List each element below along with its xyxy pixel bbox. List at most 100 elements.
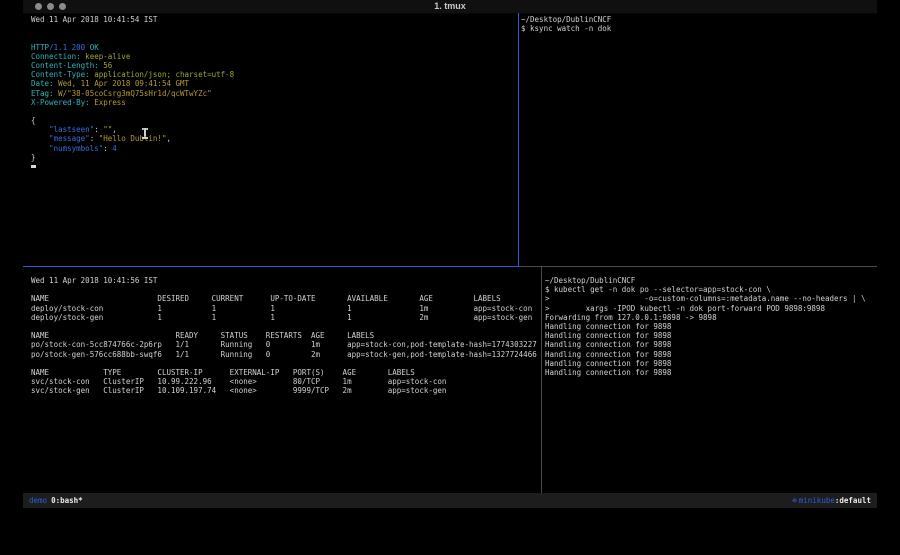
mouse-ibeam-cursor <box>142 128 148 139</box>
text-segment: } <box>31 153 36 162</box>
pane-http-response[interactable]: Wed 11 Apr 2018 10:41:54 IST HTTP/1.1 20… <box>31 15 511 255</box>
text-segment: NAME TYPE CLUSTER-IP EXTERNAL-IP PORT(S)… <box>31 368 415 377</box>
text-segment: , <box>112 125 117 134</box>
terminal-line <box>31 359 536 368</box>
terminal-line: Wed 11 Apr 2018 10:41:54 IST <box>31 15 511 24</box>
terminal-line: Date: Wed, 11 Apr 2018 09:41:54 GMT <box>31 79 511 88</box>
text-segment: Handling connection for 9898 <box>545 331 671 340</box>
terminal-line: HTTP/1.1 200 OK <box>31 43 511 52</box>
terminal-line: NAME READY STATUS RESTARTS AGE LABELS <box>31 331 536 340</box>
text-segment: "" <box>103 125 112 134</box>
text-segment: Content-Length: <box>31 61 99 70</box>
pane-port-forward[interactable]: ~/Desktop/DublinCNCF$ kubectl get -n dok… <box>545 276 873 486</box>
terminal-line: NAME TYPE CLUSTER-IP EXTERNAL-IP PORT(S)… <box>31 368 536 377</box>
terminal-line: ~/Desktop/DublinCNCF <box>521 15 871 24</box>
pane-divider-horizontal-right[interactable] <box>519 266 877 267</box>
window-titlebar: 1. tmux <box>23 0 877 14</box>
terminal-line: svc/stock-con ClusterIP 10.99.222.96 <no… <box>31 377 536 386</box>
kube-namespace: :default <box>835 496 871 505</box>
pane-kubectl-resources[interactable]: Wed 11 Apr 2018 10:41:56 IST NAME DESIRE… <box>31 276 536 486</box>
text-segment: NAME READY STATUS RESTARTS AGE LABELS <box>31 331 374 340</box>
terminal-line <box>31 285 536 294</box>
terminal-line: } <box>31 153 511 162</box>
text-segment: Wed 11 Apr 2018 10:41:56 IST <box>31 276 157 285</box>
text-segment: HTTP <box>31 43 49 52</box>
terminal-line: $ ksync watch -n dok <box>521 24 871 33</box>
terminal-line: deploy/stock-con 1 1 1 1 1m app=stock-co… <box>31 304 536 313</box>
text-segment: $ ksync watch -n dok <box>521 24 611 33</box>
text-segment: Forwarding from 127.0.0.1:9898 -> 9898 <box>545 313 717 322</box>
terminal-line: Content-Type: application/json; charset=… <box>31 70 511 79</box>
terminal-line <box>31 107 511 116</box>
terminal-line: Handling connection for 9898 <box>545 350 873 359</box>
terminal-line: X-Powered-By: Express <box>31 98 511 107</box>
text-segment: Express <box>90 98 126 107</box>
terminal-line: Handling connection for 9898 <box>545 322 873 331</box>
text-segment: svc/stock-gen ClusterIP 10.109.197.74 <n… <box>31 386 446 395</box>
terminal-line: Handling connection for 9898 <box>545 331 873 340</box>
terminal-line: svc/stock-gen ClusterIP 10.109.197.74 <n… <box>31 386 536 395</box>
terminal-line: NAME DESIRED CURRENT UP-TO-DATE AVAILABL… <box>31 294 536 303</box>
text-segment: svc/stock-con ClusterIP 10.99.222.96 <no… <box>31 377 446 386</box>
text-segment: ~/Desktop/DublinCNCF <box>521 15 611 24</box>
terminal-line: ~/Desktop/DublinCNCF <box>545 276 873 285</box>
window-title: 1. tmux <box>23 1 877 11</box>
terminal-line <box>31 322 536 331</box>
text-segment: Handling connection for 9898 <box>545 340 671 349</box>
text-segment: Content-Type: <box>31 70 90 79</box>
terminal-line: po/stock-con-5cc874766c-2p6rp 1/1 Runnin… <box>31 340 536 349</box>
text-segment: "numsymbols" <box>31 144 103 153</box>
terminal-line: Handling connection for 9898 <box>545 368 873 377</box>
terminal-line: Connection: keep-alive <box>31 52 511 61</box>
text-segment: /1.1 200 <box>49 43 85 52</box>
kube-context: minikube <box>799 496 835 505</box>
text-segment: keep-alive <box>81 52 131 61</box>
terminal-line: Wed 11 Apr 2018 10:41:56 IST <box>31 276 536 285</box>
pane-divider-vertical-top[interactable] <box>518 13 519 266</box>
text-segment: X-Powered-By: <box>31 98 90 107</box>
session-name: demo <box>29 496 47 505</box>
text-segment: > -o=custom-columns=:metadata.name --no-… <box>545 294 866 303</box>
terminal-block-cursor <box>31 165 36 168</box>
pane-ksync-watch[interactable]: ~/Desktop/DublinCNCF$ ksync watch -n dok <box>521 15 871 255</box>
terminal-line: deploy/stock-gen 1 1 1 1 2m app=stock-ge… <box>31 313 536 322</box>
text-segment: $ kubectl get -n dok po --selector=app=s… <box>545 285 771 294</box>
terminal-line: > xargs -IPOD kubectl -n dok port-forwar… <box>545 304 873 313</box>
tmux-status-bar: demo 0:bash* ☸ minikube :default <box>23 493 877 508</box>
pane-divider-vertical-bottom[interactable] <box>541 267 542 493</box>
terminal-line: "message": "Hello Dublin!", <box>31 134 511 143</box>
terminal-line: { <box>31 116 511 125</box>
text-segment: NAME DESIRED CURRENT UP-TO-DATE AVAILABL… <box>31 294 501 303</box>
text-segment: { <box>31 116 36 125</box>
terminal-line: > -o=custom-columns=:metadata.name --no-… <box>545 294 873 303</box>
text-segment: , <box>166 134 171 143</box>
text-segment: application/json; charset=utf-8 <box>90 70 235 79</box>
active-window-name[interactable]: 0:bash* <box>51 496 83 505</box>
text-segment: deploy/stock-con 1 1 1 1 1m app=stock-co… <box>31 304 532 313</box>
text-segment: W/"38-05coCsrg3mQ75sHr1d/qcWTwYZc" <box>54 89 212 98</box>
text-segment: "message" <box>31 134 90 143</box>
pane-divider-horizontal-left[interactable] <box>23 266 519 267</box>
terminal-line: ETag: W/"38-05coCsrg3mQ75sHr1d/qcWTwYZc" <box>31 89 511 98</box>
terminal-line: "numsymbols": 4 <box>31 144 511 153</box>
text-segment: 56 <box>99 61 113 70</box>
text-segment: > xargs -IPOD kubectl -n dok port-forwar… <box>545 304 825 313</box>
terminal-line: Content-Length: 56 <box>31 61 511 70</box>
text-segment: Handling connection for 9898 <box>545 359 671 368</box>
text-segment: "Hello Dublin!" <box>99 134 167 143</box>
text-segment: ~/Desktop/DublinCNCF <box>545 276 635 285</box>
text-segment: 4 <box>112 144 117 153</box>
text-segment: : <box>103 144 112 153</box>
terminal-line: Handling connection for 9898 <box>545 359 873 368</box>
terminal-line: $ kubectl get -n dok po --selector=app=s… <box>545 285 873 294</box>
text-segment: OK <box>90 43 99 52</box>
terminal-line: po/stock-gen-576cc688bb-swqf6 1/1 Runnin… <box>31 350 536 359</box>
terminal-line: Forwarding from 127.0.0.1:9898 -> 9898 <box>545 313 873 322</box>
text-segment: Wed 11 Apr 2018 10:41:54 IST <box>31 15 157 24</box>
text-segment: "lastseen" <box>31 125 94 134</box>
text-segment: ETag: <box>31 89 54 98</box>
tmux-terminal-window: 1. tmux Wed 11 Apr 2018 10:41:54 IST HTT… <box>23 0 877 508</box>
text-segment: : <box>94 125 103 134</box>
terminal-line: Handling connection for 9898 <box>545 340 873 349</box>
terminal-line <box>31 24 511 33</box>
